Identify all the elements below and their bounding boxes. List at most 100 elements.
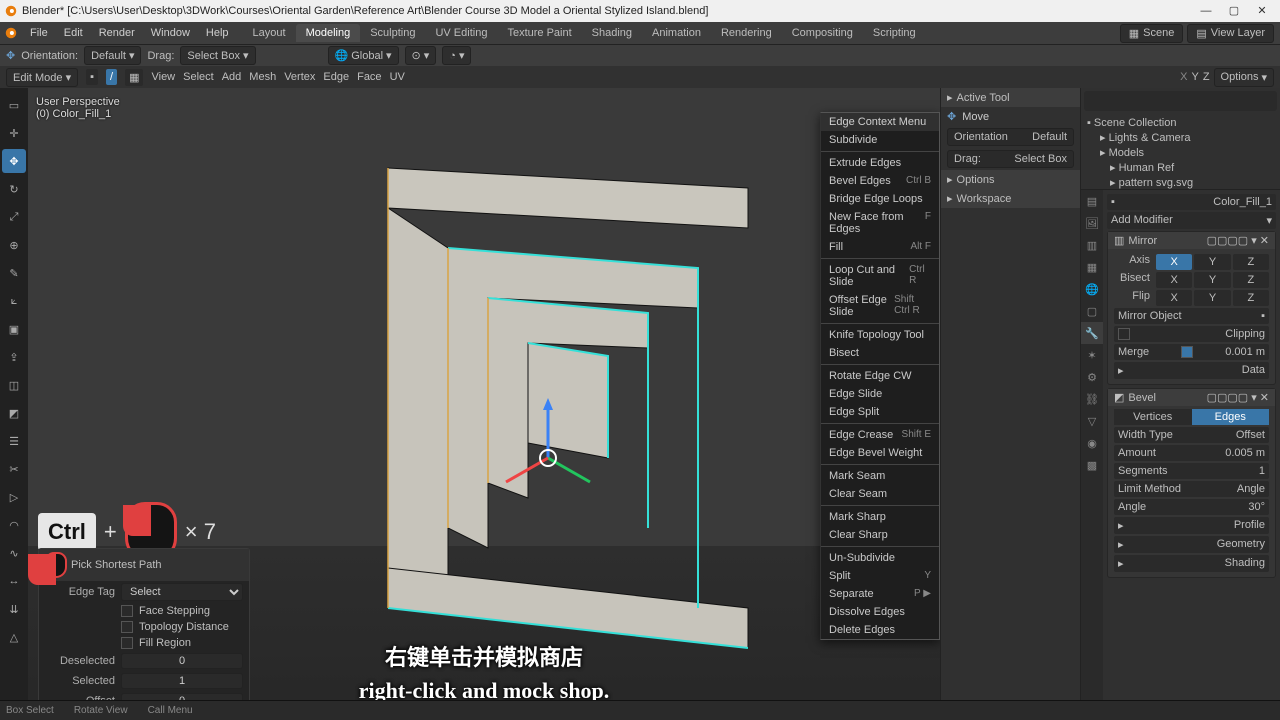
bevel-tab-vert[interactable]: Vertices [1114,409,1192,425]
h-menu-edge[interactable]: Edge [323,71,349,83]
mirror-axis-z[interactable]: Z [1233,254,1269,270]
tool-cursor[interactable]: ✛ [2,121,26,145]
add-modifier-dropdown[interactable]: Add Modifier▾ [1107,212,1276,229]
cm-item[interactable]: Bridge Edge Loops [821,190,939,208]
mode-selector[interactable]: Edit Mode ▾ [6,68,78,87]
face-select-mode[interactable]: ▦ [125,69,143,86]
tool-bevel[interactable]: ◩ [2,401,26,425]
tool-inset[interactable]: ◫ [2,373,26,397]
tab-modeling[interactable]: Modeling [296,24,361,42]
h-menu-select[interactable]: Select [183,71,214,83]
bevel-tab-edges[interactable]: Edges [1192,409,1270,425]
mirror-object-field[interactable]: Mirror Object▪ [1114,308,1269,324]
mirror-axis-y[interactable]: Y [1194,254,1230,270]
cm-item[interactable]: FillAlt F [821,238,939,256]
ptab-viewlayer[interactable]: ▥ [1081,234,1103,256]
tool-knife[interactable]: ✂ [2,457,26,481]
h-menu-vertex[interactable]: Vertex [284,71,315,83]
menu-help[interactable]: Help [198,22,237,44]
cm-item[interactable]: SeparateP ▶ [821,585,939,603]
ptab-object[interactable]: ▢ [1081,300,1103,322]
menu-file[interactable]: File [22,22,56,44]
tool-transform[interactable]: ⊕ [2,233,26,257]
cm-item[interactable]: Extrude Edges [821,154,939,172]
cm-item[interactable]: Edge Split [821,403,939,421]
orientation-dropdown[interactable]: Default▾ [84,46,141,65]
cm-item[interactable]: Mark Seam [821,467,939,485]
ptab-texture[interactable]: ▩ [1081,454,1103,476]
edge-tag-select[interactable]: Select [121,583,243,601]
viewlayer-selector[interactable]: ▤ View Layer [1187,24,1274,43]
ptab-world[interactable]: 🌐 [1081,278,1103,300]
ptab-scene[interactable]: ▦ [1081,256,1103,278]
ptab-render[interactable]: ▤ [1081,190,1103,212]
tool-measure[interactable]: ⟀ [2,289,26,313]
tab-animation[interactable]: Animation [642,24,711,42]
tab-uvediting[interactable]: UV Editing [425,24,497,42]
cm-item[interactable]: SplitY [821,567,939,585]
h-menu-mesh[interactable]: Mesh [249,71,276,83]
drag-dropdown[interactable]: Select Box▾ [180,46,255,65]
selected-field[interactable]: 1 [121,673,243,689]
tab-compositing[interactable]: Compositing [782,24,863,42]
cm-item[interactable]: Un-Subdivide [821,549,939,567]
transform-orientation-dropdown[interactable]: 🌐Global▾ [328,46,399,65]
snap-dropdown[interactable]: ⊙▾ [405,46,437,65]
cm-item[interactable]: Rotate Edge CW [821,367,939,385]
tool-select-box[interactable]: ▭ [2,93,26,117]
cm-item[interactable]: Knife Topology Tool [821,326,939,344]
outliner-root[interactable]: ▪ Scene Collection [1085,116,1276,130]
menu-window[interactable]: Window [143,22,198,44]
cm-item[interactable]: Bevel EdgesCtrl B [821,172,939,190]
chk-fill[interactable] [121,637,133,649]
cm-item[interactable]: Mark Sharp [821,508,939,526]
ptab-modifier[interactable]: 🔧 [1081,322,1103,344]
cm-item[interactable]: Subdivide [821,131,939,149]
tool-spin[interactable]: ◠ [2,513,26,537]
h-menu-uv[interactable]: UV [390,71,405,83]
cm-item[interactable]: Edge Bevel Weight [821,444,939,462]
np-drag[interactable]: Drag:Select Box [947,150,1074,168]
h-menu-add[interactable]: Add [222,71,242,83]
tool-polybuild[interactable]: ▷ [2,485,26,509]
cm-item[interactable]: Edge CreaseShift E [821,426,939,444]
active-tool-header[interactable]: ▸ Active Tool [941,88,1080,107]
outliner[interactable]: ▪ Scene Collection ▸ Lights & Camera▸ Mo… [1081,88,1280,190]
scene-selector[interactable]: ▦ Scene [1120,24,1184,43]
obj-name-field[interactable]: ▪Color_Fill_1 [1107,194,1276,210]
h-menu-view[interactable]: View [151,71,175,83]
outliner-item[interactable]: ▸ Human Ref [1085,160,1276,175]
ptab-material[interactable]: ◉ [1081,432,1103,454]
menu-edit[interactable]: Edit [56,22,91,44]
cm-item[interactable]: Loop Cut and SlideCtrl R [821,261,939,291]
vertex-select-mode[interactable]: ▪ [86,69,98,85]
cm-item[interactable]: Delete Edges [821,621,939,639]
tool-shrink[interactable]: ⇊ [2,597,26,621]
operator-redo-panel[interactable]: Pick Shortest Path Edge Tag Select Face … [38,548,250,712]
outliner-item[interactable]: ▸ Models [1085,145,1276,160]
ptab-particle[interactable]: ✶ [1081,344,1103,366]
tool-edgeslide[interactable]: ↔ [2,569,26,593]
chk-facestep[interactable] [121,605,133,617]
cm-item[interactable]: Dissolve Edges [821,603,939,621]
outliner-search[interactable] [1084,91,1277,111]
tool-loopcut[interactable]: ☰ [2,429,26,453]
edge-select-mode[interactable]: / [106,69,117,85]
header-options[interactable]: Options ▾ [1214,68,1274,87]
cm-item[interactable]: New Face from EdgesF [821,208,939,238]
tab-texturepaint[interactable]: Texture Paint [497,24,581,42]
tool-smooth[interactable]: ∿ [2,541,26,565]
outliner-item[interactable]: ▸ pattern svg.svg [1085,175,1276,190]
maximize-button[interactable]: ▢ [1220,1,1248,21]
cm-item[interactable]: Bisect [821,344,939,362]
np-orient[interactable]: OrientationDefault [947,128,1074,146]
cm-item[interactable]: Clear Seam [821,485,939,503]
ptab-output[interactable]: 🖼 [1081,212,1103,234]
menu-render[interactable]: Render [91,22,143,44]
tool-rip[interactable]: △ [2,625,26,649]
tool-move[interactable]: ✥ [2,149,26,173]
tool-add-cube[interactable]: ▣ [2,317,26,341]
viewport[interactable]: User Perspective (0) Color_Fill_1 [28,88,940,720]
tool-rotate[interactable]: ↻ [2,177,26,201]
tab-scripting[interactable]: Scripting [863,24,926,42]
